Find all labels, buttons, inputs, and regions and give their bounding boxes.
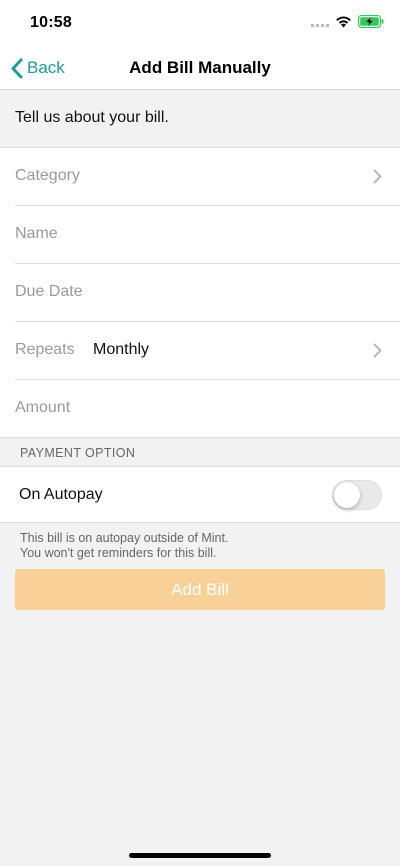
name-label: Name [15,225,58,242]
due-date-label: Due Date [15,283,83,300]
due-date-field[interactable]: Due Date [0,264,400,322]
section-title: PAYMENT OPTION [20,446,136,460]
note-line-1: This bill is on autopay outside of Mint. [20,531,229,545]
repeats-label: Repeats [15,341,75,358]
wifi-icon [336,16,351,28]
navigation-bar: Back Add Bill Manually [0,46,400,90]
repeats-value: Monthly [93,341,150,358]
battery-charging-icon [358,15,384,28]
autopay-label: On Autopay [19,486,103,503]
category-label: Category [15,167,80,184]
chevron-right-icon [373,169,382,184]
category-row[interactable]: Category [0,148,400,206]
status-icons [311,15,384,28]
autopay-row: On Autopay [0,467,400,523]
status-bar: 10:58 [0,0,400,46]
chevron-right-icon [373,343,382,358]
intro-section: Tell us about your bill. [0,90,400,148]
home-indicator[interactable] [129,853,271,858]
amount-field[interactable]: Amount [0,380,400,438]
name-field[interactable]: Name [0,206,400,264]
status-time: 10:58 [30,14,72,31]
bill-form: Category Name Due Date Repeats Monthly A… [0,148,400,438]
intro-text: Tell us about your bill. [15,109,169,126]
toggle-knob [334,482,360,508]
add-bill-button[interactable]: Add Bill [15,569,385,610]
repeats-row[interactable]: Repeats Monthly [0,322,400,380]
note-line-2: You won't get reminders for this bill. [20,546,217,560]
autopay-note: This bill is on autopay outside of Mint.… [20,531,228,561]
autopay-toggle[interactable] [332,480,382,510]
amount-label: Amount [15,399,71,416]
signal-icon [311,23,329,27]
payment-option-header: PAYMENT OPTION [0,437,400,467]
page-title: Add Bill Manually [129,58,271,77]
